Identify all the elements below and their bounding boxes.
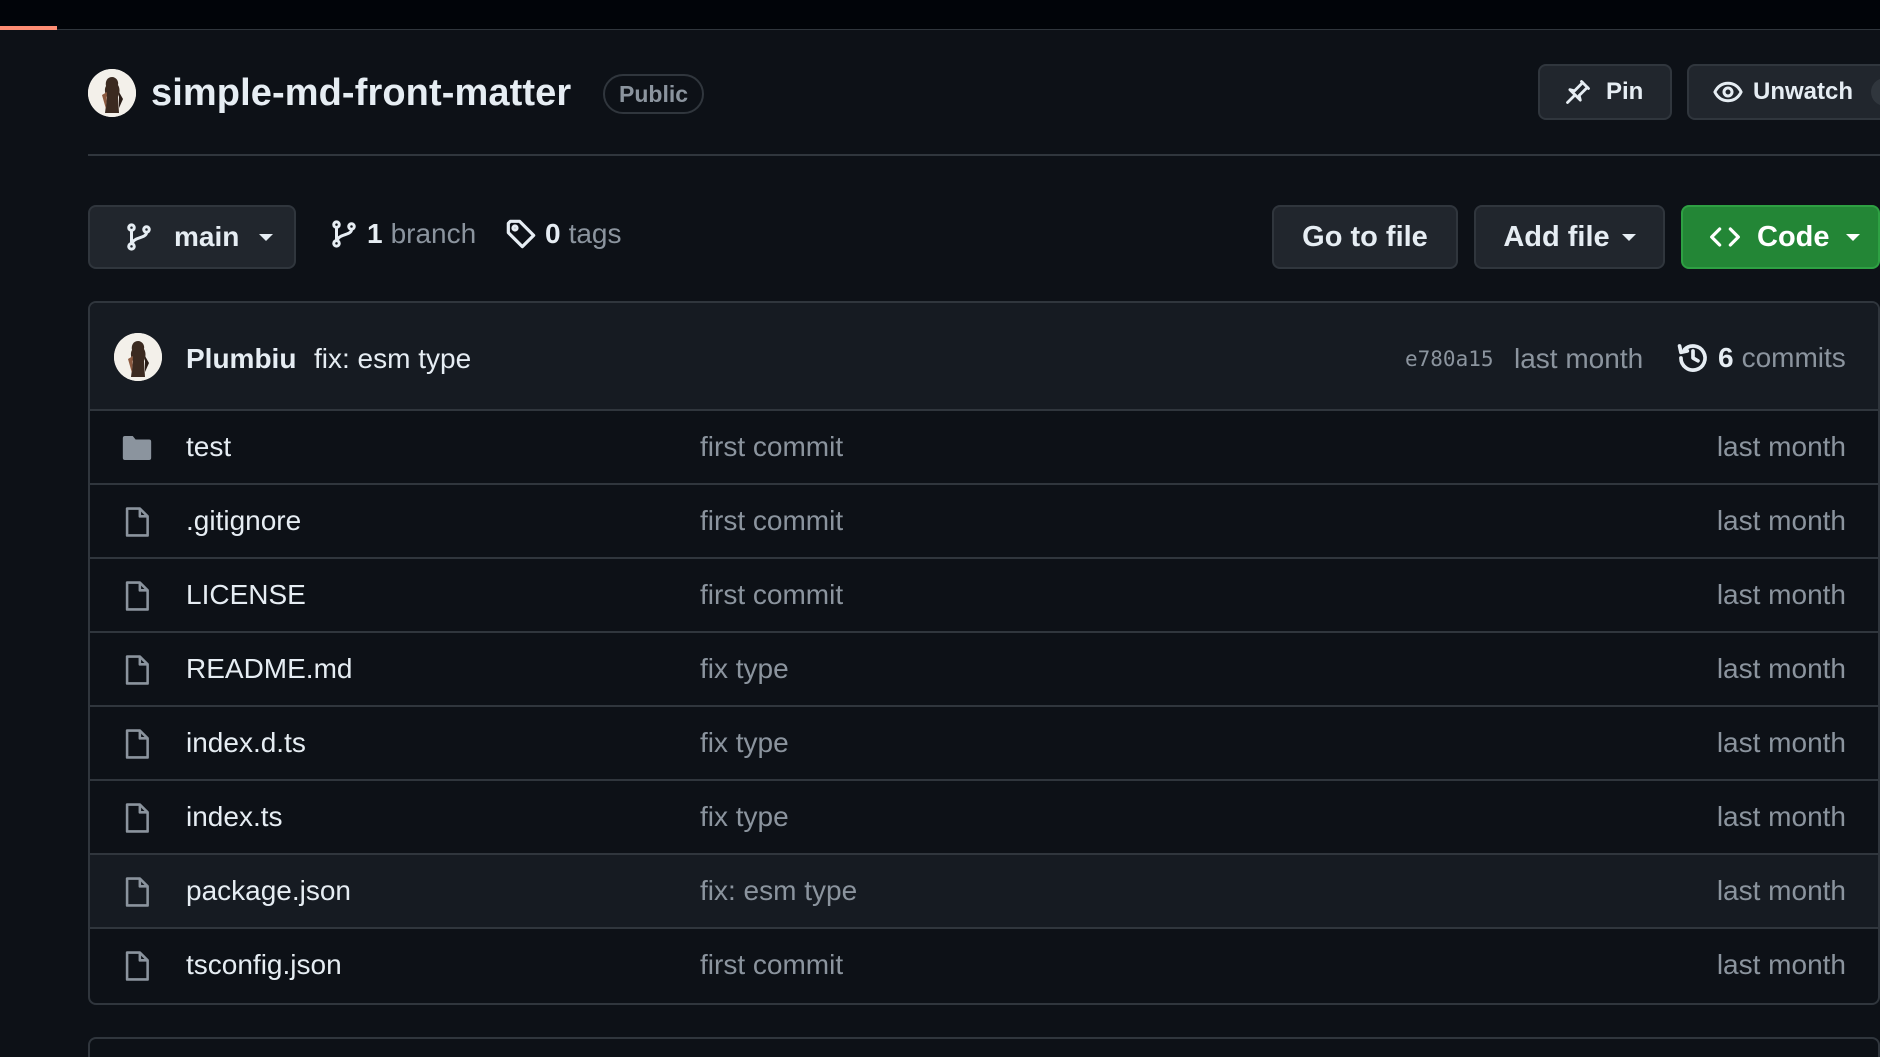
pin-button[interactable]: Pin xyxy=(1538,64,1672,120)
file-icon xyxy=(120,505,154,539)
history-icon xyxy=(1677,344,1707,372)
file-commit-time: last month xyxy=(1716,949,1846,980)
commit-sha[interactable]: e780a15 xyxy=(1405,347,1494,371)
code-button[interactable]: Code xyxy=(1681,205,1880,269)
file-name[interactable]: package.json xyxy=(186,875,351,907)
file-row[interactable]: index.ts fix type last month xyxy=(90,781,1878,855)
tag-icon xyxy=(506,219,536,249)
folder-icon xyxy=(120,431,154,465)
file-commit-message[interactable]: first commit xyxy=(700,579,843,611)
commit-author[interactable]: Plumbiu xyxy=(186,343,296,375)
branch-count: 1 xyxy=(367,218,383,249)
page-loading-progress xyxy=(0,26,57,30)
file-commit-message[interactable]: first commit xyxy=(700,949,843,981)
branch-icon xyxy=(332,220,356,248)
file-commit-time: last month xyxy=(1716,579,1846,610)
chevron-down-icon xyxy=(259,233,274,241)
file-icon xyxy=(120,949,154,983)
file-icon xyxy=(120,579,154,613)
file-name[interactable]: tsconfig.json xyxy=(186,949,342,981)
branch-label: branch xyxy=(390,218,477,249)
eye-icon xyxy=(1713,81,1743,103)
file-commit-message[interactable]: fix type xyxy=(700,727,789,759)
chevron-down-icon xyxy=(1621,233,1636,241)
file-list: test first commit last month .gitignore … xyxy=(90,411,1878,1003)
current-branch: main xyxy=(174,221,240,252)
file-commit-message[interactable]: first commit xyxy=(700,431,843,463)
watch-count: 1 xyxy=(1871,78,1880,106)
file-commit-message[interactable]: fix type xyxy=(700,653,789,685)
commit-message[interactable]: fix: esm type xyxy=(314,343,471,375)
file-icon xyxy=(120,875,154,909)
file-commit-message[interactable]: fix: esm type xyxy=(700,875,857,907)
avatar-image xyxy=(88,69,136,117)
file-commit-time: last month xyxy=(1716,727,1846,758)
file-name[interactable]: .gitignore xyxy=(186,505,301,537)
latest-commit-bar: Plumbiu fix: esm type e780a15 last month… xyxy=(90,303,1878,411)
file-row[interactable]: test first commit last month xyxy=(90,411,1878,485)
top-navigation-bar xyxy=(0,0,1880,30)
file-row[interactable]: .gitignore first commit last month xyxy=(90,485,1878,559)
file-row[interactable]: LICENSE first commit last month xyxy=(90,559,1878,633)
commit-count: 6 xyxy=(1718,342,1734,373)
commit-author-avatar[interactable] xyxy=(114,333,162,381)
file-name[interactable]: LICENSE xyxy=(186,579,306,611)
unwatch-label: Unwatch xyxy=(1753,78,1854,105)
file-name[interactable]: test xyxy=(186,431,231,463)
commit-time: last month xyxy=(1514,343,1644,374)
repository-name[interactable]: simple-md-front-matter xyxy=(151,72,571,115)
tags-link[interactable]: 0 tags xyxy=(505,218,622,250)
file-commit-time: last month xyxy=(1716,431,1846,462)
file-icon xyxy=(120,653,154,687)
chevron-down-icon xyxy=(1845,233,1860,241)
branch-selector[interactable]: main xyxy=(88,205,296,269)
avatar-image xyxy=(114,333,162,381)
tag-label: tags xyxy=(568,218,622,249)
file-row[interactable]: README.md fix type last month xyxy=(90,633,1878,707)
file-name[interactable]: index.d.ts xyxy=(186,727,306,759)
file-browser: Plumbiu fix: esm type e780a15 last month… xyxy=(88,301,1880,1005)
file-commit-time: last month xyxy=(1716,505,1846,536)
file-icon xyxy=(120,727,154,761)
file-row[interactable]: index.d.ts fix type last month xyxy=(90,707,1878,781)
file-commit-message[interactable]: first commit xyxy=(700,505,843,537)
code-label: Code xyxy=(1757,220,1830,253)
file-name[interactable]: README.md xyxy=(186,653,352,685)
tag-count: 0 xyxy=(545,218,561,249)
code-icon xyxy=(1710,227,1740,247)
visibility-badge: Public xyxy=(603,74,705,114)
branches-link[interactable]: 1 branch xyxy=(329,218,476,250)
file-commit-time: last month xyxy=(1716,875,1846,906)
file-name[interactable]: index.ts xyxy=(186,801,283,833)
file-commit-message[interactable]: fix type xyxy=(700,801,789,833)
add-file-label: Add file xyxy=(1503,220,1610,253)
file-commit-time: last month xyxy=(1716,801,1846,832)
commits-history-link[interactable]: 6 commits xyxy=(1676,341,1846,375)
pin-label: Pin xyxy=(1606,78,1644,105)
owner-avatar[interactable] xyxy=(88,69,136,117)
branch-icon xyxy=(127,223,151,251)
file-row[interactable]: package.json fix: esm type last month xyxy=(90,855,1878,929)
go-to-file-button[interactable]: Go to file xyxy=(1272,205,1458,269)
file-icon xyxy=(120,801,154,835)
file-row[interactable]: tsconfig.json first commit last month xyxy=(90,929,1878,1003)
repository-header: simple-md-front-matter Public Pin Unwatc… xyxy=(88,64,1880,156)
add-file-button[interactable]: Add file xyxy=(1474,205,1665,269)
commits-label: commits xyxy=(1741,342,1846,373)
unwatch-button[interactable]: Unwatch 1 xyxy=(1687,64,1880,120)
pin-icon xyxy=(1566,80,1590,104)
file-commit-time: last month xyxy=(1716,653,1846,684)
readme-panel-top xyxy=(88,1037,1880,1057)
